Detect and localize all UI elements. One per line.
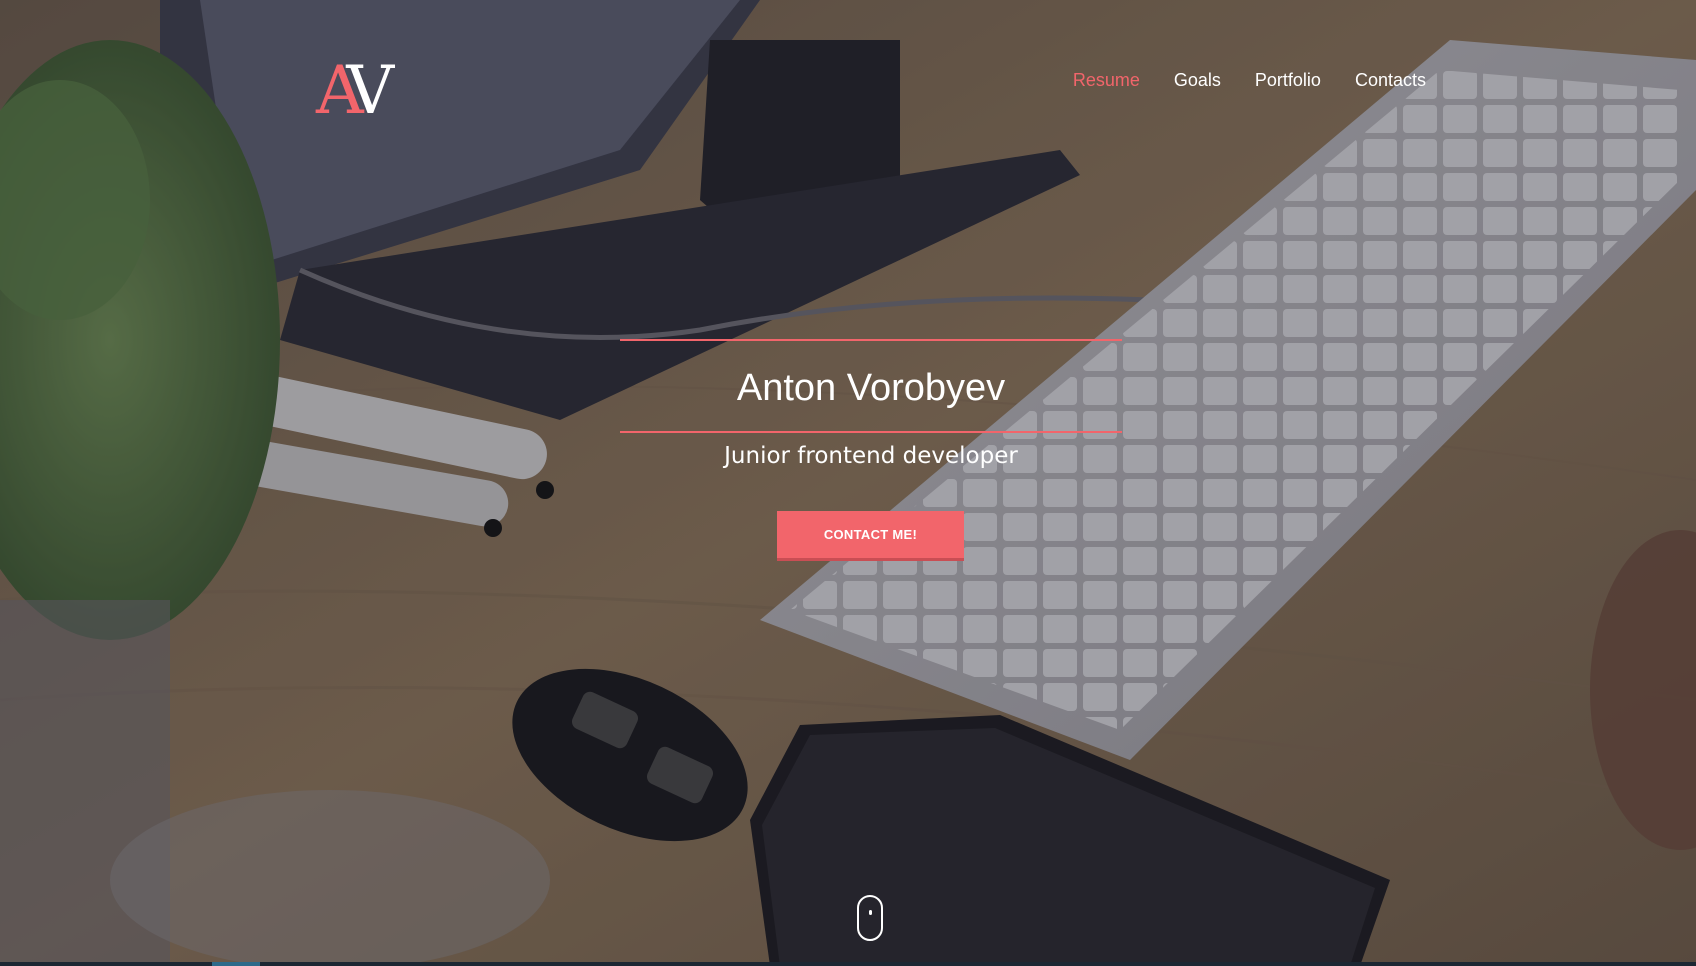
dark-overlay [0, 0, 1696, 966]
divider-bottom [620, 431, 1122, 433]
hero-section: AV Resume Goals Portfolio Contacts Anton… [0, 0, 1696, 966]
main-nav: Resume Goals Portfolio Contacts [1073, 70, 1426, 91]
mouse-scroll-icon[interactable] [857, 895, 883, 941]
bottom-bar-indicator [212, 962, 260, 966]
nav-item-resume[interactable]: Resume [1073, 70, 1140, 91]
hero-content: Anton Vorobyev Junior frontend developer [620, 339, 1122, 469]
mouse-wheel [869, 910, 872, 915]
hero-role: Junior frontend developer [724, 443, 1018, 469]
nav-item-portfolio[interactable]: Portfolio [1255, 70, 1321, 91]
nav-item-goals[interactable]: Goals [1174, 70, 1221, 91]
logo-letter-v: V [346, 52, 394, 129]
bottom-bar [0, 962, 1696, 966]
hero-name: Anton Vorobyev [736, 367, 1006, 409]
contact-me-button[interactable]: CONTACT ME! [777, 511, 964, 561]
nav-item-contacts[interactable]: Contacts [1355, 70, 1426, 91]
logo-letter-a: A [316, 52, 361, 129]
logo[interactable]: AV [316, 58, 402, 124]
divider-top [620, 339, 1122, 341]
